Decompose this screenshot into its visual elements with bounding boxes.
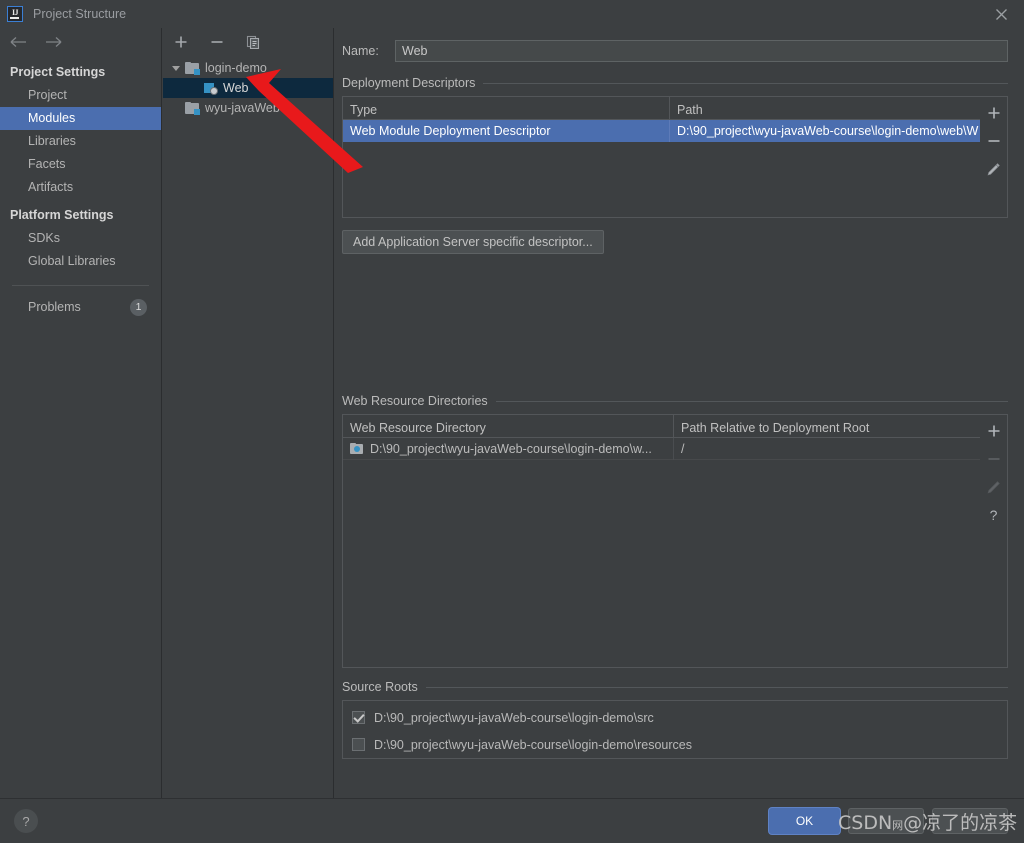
source-root-label: D:\90_project\wyu-javaWeb-course\login-d… [374,711,654,725]
minus-icon [982,447,1006,471]
sidebar-item-modules[interactable]: Modules [0,107,161,130]
web-resource-directories-table-wrap: Web Resource Directory Path Relative to … [342,414,1008,668]
source-root-item[interactable]: D:\90_project\wyu-javaWeb-course\login-d… [343,704,1007,731]
plus-icon[interactable] [171,32,191,52]
sidebar-group-platform-settings: Platform Settings SDKs Global Libraries [0,199,161,273]
sidebar-item-libraries[interactable]: Libraries [0,130,161,153]
problems-count-badge: 1 [130,299,147,316]
module-name-input[interactable] [395,40,1008,62]
copy-icon[interactable] [243,32,263,52]
module-name-label: Name: [342,44,395,58]
sidebar-header-platform-settings: Platform Settings [0,203,161,227]
settings-sidebar: Project Settings Project Modules Librari… [0,28,162,798]
tree-node-label: login-demo [205,61,267,75]
cell-relative-path: / [673,438,980,460]
plus-icon[interactable] [982,419,1006,443]
cancel-button[interactable] [848,808,924,834]
tree-node-label: wyu-javaWeb [205,101,280,115]
sidebar-item-facets[interactable]: Facets [0,153,161,176]
add-application-server-descriptor-button[interactable]: Add Application Server specific descript… [342,230,604,254]
deployment-descriptors-toolbar [980,96,1008,218]
column-header-type[interactable]: Type [343,97,669,119]
section-rule [496,401,1008,402]
tree-node-wyu-javaweb[interactable]: wyu-javaWeb [163,98,333,118]
module-icon [185,102,200,115]
arrow-left-icon[interactable] [8,32,28,52]
sidebar-item-global-libraries[interactable]: Global Libraries [0,250,161,273]
apply-button[interactable] [932,808,1008,834]
sidebar-item-problems-label: Problems [28,300,130,315]
sidebar-item-sdks[interactable]: SDKs [0,227,161,250]
section-label: Source Roots [342,680,418,694]
ok-button[interactable]: OK [769,808,840,834]
pencil-icon [982,475,1006,499]
module-tree: login-demo Web wyu-javaWeb [163,56,333,118]
deployment-descriptors-table: Type Path Web Module Deployment Descript… [342,96,980,218]
table-row[interactable]: D:\90_project\wyu-javaWeb-course\login-d… [343,438,980,460]
source-roots-list: D:\90_project\wyu-javaWeb-course\login-d… [342,700,1008,759]
source-root-checkbox[interactable] [352,711,365,724]
section-rule [426,687,1008,688]
sidebar-divider [12,285,149,286]
module-settings-panel: Name: Deployment Descriptors Type Path W… [335,28,1024,798]
minus-icon[interactable] [207,32,227,52]
source-root-item[interactable]: D:\90_project\wyu-javaWeb-course\login-d… [343,731,1007,758]
tree-node-login-demo[interactable]: login-demo [163,58,333,78]
sidebar-item-project[interactable]: Project [0,84,161,107]
web-resource-directories-section: Web Resource Directories Web Resource Di… [335,394,1024,668]
intellij-idea-logo-icon: IJ [7,6,23,22]
window-title: Project Structure [33,7,126,21]
sidebar-item-problems[interactable]: Problems 1 [0,296,161,319]
source-root-checkbox[interactable] [352,738,365,751]
arrow-right-icon[interactable] [44,32,64,52]
table-header: Web Resource Directory Path Relative to … [343,415,980,438]
cell-web-resource-directory-text: D:\90_project\wyu-javaWeb-course\login-d… [370,442,652,456]
sidebar-header-project-settings: Project Settings [0,60,161,84]
table-header: Type Path [343,97,980,120]
sidebar-nav-arrows [0,28,161,56]
question-icon[interactable]: ? [14,809,38,833]
cell-path: D:\90_project\wyu-javaWeb-course\login-d… [669,120,980,142]
source-roots-section: Source Roots D:\90_project\wyu-javaWeb-c… [335,680,1024,759]
sidebar-item-artifacts[interactable]: Artifacts [0,176,161,199]
cell-type: Web Module Deployment Descriptor [343,120,669,142]
section-rule [483,83,1008,84]
web-resource-directories-table: Web Resource Directory Path Relative to … [342,414,980,668]
section-label: Deployment Descriptors [342,76,475,90]
web-resource-directories-toolbar: ? [980,414,1008,668]
module-name-row: Name: [335,28,1024,62]
table-row[interactable]: Web Module Deployment Descriptor D:\90_p… [343,120,980,142]
deployment-descriptors-section: Deployment Descriptors Type Path Web Mod… [335,76,1024,254]
column-header-path-relative[interactable]: Path Relative to Deployment Root [673,415,980,437]
close-icon[interactable] [978,0,1024,28]
minus-icon[interactable] [982,129,1006,153]
chevron-down-icon[interactable] [167,66,185,71]
cell-web-resource-directory: D:\90_project\wyu-javaWeb-course\login-d… [343,438,673,460]
deployment-descriptors-table-wrap: Type Path Web Module Deployment Descript… [342,96,1008,218]
title-bar: IJ Project Structure [0,0,1024,28]
module-tree-toolbar [163,28,333,56]
tree-node-web[interactable]: Web [163,78,333,98]
project-structure-dialog: IJ Project Structure Project Se [0,0,1024,843]
module-tree-panel: login-demo Web wyu-javaWeb [163,28,334,798]
plus-icon[interactable] [982,101,1006,125]
deployment-descriptors-title: Deployment Descriptors [342,76,1008,90]
module-icon [185,62,200,75]
web-directory-icon [350,443,364,455]
column-header-path[interactable]: Path [669,97,980,119]
section-label: Web Resource Directories [342,394,488,408]
tree-node-label: Web [223,81,248,95]
question-icon[interactable]: ? [982,503,1006,527]
web-facet-icon [203,82,218,95]
pencil-icon[interactable] [982,157,1006,181]
source-roots-title: Source Roots [342,680,1008,694]
source-root-label: D:\90_project\wyu-javaWeb-course\login-d… [374,738,692,752]
web-resource-directories-title: Web Resource Directories [342,394,1008,408]
sidebar-group-project-settings: Project Settings Project Modules Librari… [0,56,161,199]
column-header-web-resource-directory[interactable]: Web Resource Directory [343,415,673,437]
